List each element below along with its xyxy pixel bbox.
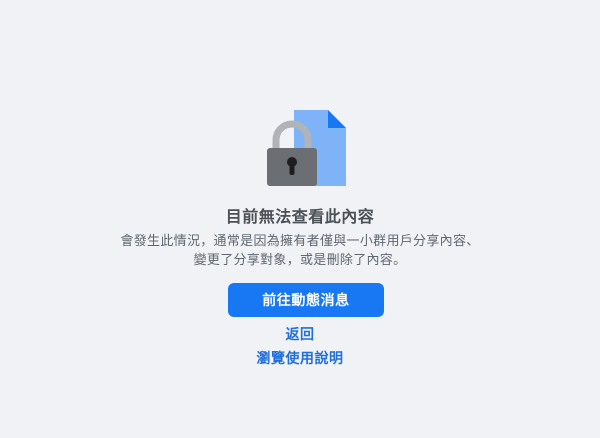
help-center-link[interactable]: 瀏覽使用說明 (257, 351, 344, 367)
page-title: 目前無法查看此內容 (225, 207, 375, 226)
back-link[interactable]: 返回 (286, 327, 315, 343)
locked-document-icon (264, 110, 348, 188)
content-unavailable-page: 目前無法查看此內容 會發生此情況，通常是因為擁有者僅與一小群用戶分享內容、變更了… (0, 0, 600, 438)
back-link-row: 返回 (0, 326, 600, 344)
document-fold-icon (328, 110, 346, 128)
go-to-news-feed-button[interactable]: 前往動態消息 (228, 283, 384, 317)
help-link-row: 瀏覽使用說明 (0, 350, 600, 368)
description-text: 會發生此情況，通常是因為擁有者僅與一小群用戶分享內容、變更了分享對象，或是刪除了… (120, 234, 480, 268)
